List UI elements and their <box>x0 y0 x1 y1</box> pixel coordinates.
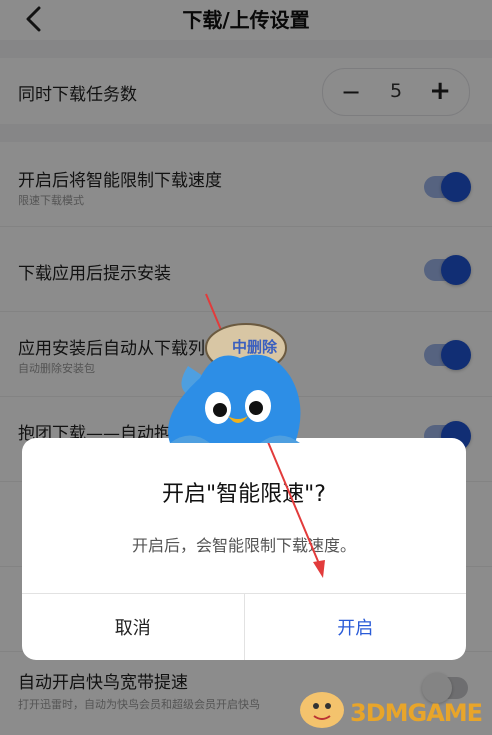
3dm-logo-icon <box>300 692 344 728</box>
watermark-brand-text: 3DMGAME <box>350 699 483 727</box>
watermark-stamp-text: 中删除 <box>232 338 278 356</box>
settings-page: 下载/上传设置 同时下载任务数 − 5 + 开启后将智能限制下载速度 限速下载模… <box>0 0 492 735</box>
